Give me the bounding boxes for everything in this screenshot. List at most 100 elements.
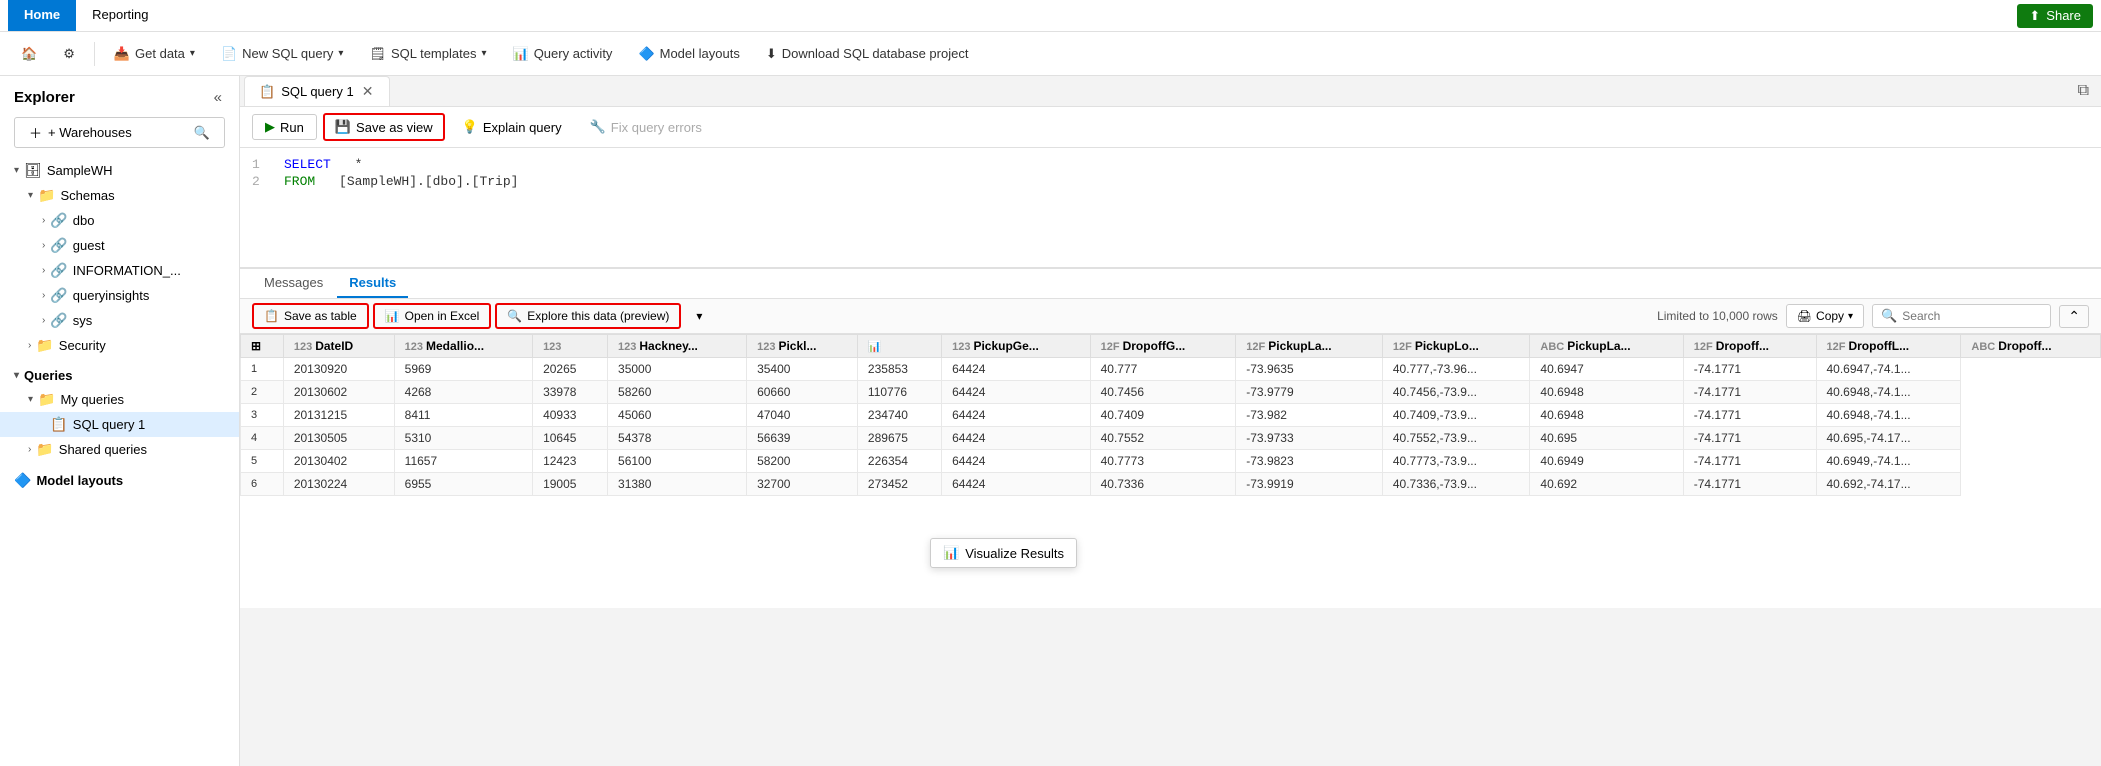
search-box[interactable]: 🔍: [1872, 304, 2051, 328]
search-input[interactable]: [1902, 309, 2042, 323]
tab-close-button[interactable]: ✕: [360, 83, 376, 100]
table-cell: 31380: [608, 473, 747, 496]
col-header-pickupge[interactable]: 123PickupGe...: [942, 335, 1091, 358]
table-cell: 20131215: [283, 404, 394, 427]
share-button[interactable]: ⬆ Share: [2017, 4, 2093, 28]
col-header-dropoffl3[interactable]: ABCDropoff...: [1961, 335, 2101, 358]
table-row: 5201304021165712423561005820022635464424…: [241, 450, 2101, 473]
data-table-wrapper[interactable]: ⊞ 123DateID 123Medallio... 123 123Hackne…: [240, 334, 2101, 608]
sidebar-item-sys[interactable]: › 🔗 sys: [0, 308, 239, 333]
sidebar-item-guest[interactable]: › 🔗 guest: [0, 233, 239, 258]
model-layouts-button[interactable]: 🔷 Model layouts: [627, 40, 750, 68]
run-button[interactable]: ▶ Run: [252, 114, 317, 140]
table-cell: 19005: [533, 473, 608, 496]
tab-copy-button[interactable]: ⧉: [2070, 78, 2097, 104]
sql-templates-button[interactable]: 🗒 SQL templates ▾: [358, 40, 497, 68]
tab-reporting[interactable]: Reporting: [76, 0, 164, 31]
sidebar-collapse-btn[interactable]: «: [211, 86, 225, 109]
col-header-chart[interactable]: 📊: [857, 335, 941, 358]
fix-query-errors-button[interactable]: 🔧 Fix query errors: [579, 114, 713, 140]
sidebar-item-queryinsights[interactable]: › 🔗 queryinsights: [0, 283, 239, 308]
col-header-dateid[interactable]: 123DateID: [283, 335, 394, 358]
get-data-button[interactable]: 📥 Get data ▾: [103, 40, 206, 68]
sidebar-item-queries[interactable]: ▾ Queries: [0, 364, 239, 387]
collapse-icon: ⌃: [2068, 308, 2080, 324]
collapse-results-button[interactable]: ⌃: [2059, 305, 2089, 328]
col-header-pickupla[interactable]: 12FPickupLa...: [1236, 335, 1383, 358]
table-cell: -74.1771: [1683, 358, 1816, 381]
row-number: 5: [241, 450, 284, 473]
new-sql-button[interactable]: 📄 New SQL query ▾: [210, 40, 355, 68]
col-header-hackney[interactable]: 123Hackney...: [608, 335, 747, 358]
table-cell: 64424: [942, 427, 1091, 450]
row-number: 2: [241, 381, 284, 404]
folder-icon-myq: 📁: [38, 391, 55, 408]
table-cell: 20130920: [283, 358, 394, 381]
save-table-icon: 📋: [264, 309, 279, 323]
table-cell: -73.9823: [1236, 450, 1383, 473]
sidebar-item-shared-queries[interactable]: › 📁 Shared queries: [0, 437, 239, 462]
code-line-1: 1 SELECT *: [240, 156, 2101, 173]
table-cell: -73.9635: [1236, 358, 1383, 381]
schema-icon-guest: 🔗: [50, 237, 67, 254]
table-cell: 33978: [533, 381, 608, 404]
settings-icon-btn[interactable]: ⚙: [52, 40, 86, 68]
table-cell: 10645: [533, 427, 608, 450]
table-row: 1201309205969202653500035400235853644244…: [241, 358, 2101, 381]
sql-query-1-tab[interactable]: 📋 SQL query 1 ✕: [244, 76, 390, 106]
col-header-dropoffg[interactable]: 12FDropoffG...: [1090, 335, 1236, 358]
table-cell: 56639: [747, 427, 858, 450]
table-cell: -74.1771: [1683, 450, 1816, 473]
messages-tab[interactable]: Messages: [252, 269, 335, 298]
col-header-dropoffl[interactable]: 12FDropoff...: [1683, 335, 1816, 358]
table-cell: 64424: [942, 473, 1091, 496]
sidebar-item-security[interactable]: › 📁 Security: [0, 333, 239, 358]
col-header-pickup[interactable]: 123Pickl...: [747, 335, 858, 358]
open-excel-button[interactable]: 📊 Open in Excel: [373, 303, 492, 329]
sidebar-item-sql-query-1[interactable]: › 📋 SQL query 1: [0, 412, 239, 437]
copy-button[interactable]: 🖨 Copy ▾: [1786, 304, 1864, 328]
col-header-pickupla2[interactable]: ABCPickupLa...: [1530, 335, 1683, 358]
run-icon: ▶: [265, 119, 275, 135]
results-toolbar: 📋 Save as table 📊 Open in Excel 🔍 Explor…: [240, 299, 2101, 334]
sidebar-item-my-queries[interactable]: ▾ 📁 My queries: [0, 387, 239, 412]
tab-home[interactable]: Home: [8, 0, 76, 31]
home-icon-btn[interactable]: 🏠: [10, 40, 48, 68]
sidebar-item-dbo[interactable]: › 🔗 dbo: [0, 208, 239, 233]
table-cell: 40933: [533, 404, 608, 427]
table-row: 4201305055310106455437856639289675644244…: [241, 427, 2101, 450]
query-activity-button[interactable]: 📊 Query activity: [502, 40, 624, 68]
col-header-medallion[interactable]: 123Medallio...: [394, 335, 532, 358]
table-cell: -73.9733: [1236, 427, 1383, 450]
chevron-more-button[interactable]: ▾: [685, 304, 713, 328]
query-icon: 📋: [50, 416, 67, 433]
top-bar: Home Reporting ⬆ Share: [0, 0, 2101, 32]
col-header-dropoffl2[interactable]: 12FDropoffL...: [1816, 335, 1961, 358]
download-sql-icon: ⬇: [766, 46, 777, 62]
chevron-down-icon-myq: ▾: [28, 394, 33, 405]
download-sql-button[interactable]: ⬇ Download SQL database project: [755, 40, 980, 68]
table-cell: 40.692: [1530, 473, 1683, 496]
sidebar-item-model-layouts[interactable]: 🔷 Model layouts: [0, 468, 239, 493]
sidebar-item-information[interactable]: › 🔗 INFORMATION_...: [0, 258, 239, 283]
add-warehouse-button[interactable]: ＋ + Warehouses 🔍: [14, 117, 225, 148]
explore-data-button[interactable]: 🔍 Explore this data (preview): [495, 303, 681, 329]
sidebar: Explorer « ＋ + Warehouses 🔍 ▾ 🗄 SampleWH…: [0, 76, 240, 766]
results-tab[interactable]: Results: [337, 269, 408, 298]
save-as-view-button[interactable]: 💾 Save as view: [323, 113, 445, 141]
schema-icon-info: 🔗: [50, 262, 67, 279]
table-cell: 47040: [747, 404, 858, 427]
col-header-pickuplo[interactable]: 12FPickupLo...: [1382, 335, 1530, 358]
sidebar-item-schemas[interactable]: ▾ 📁 Schemas: [0, 183, 239, 208]
schema-icon-sys: 🔗: [50, 312, 67, 329]
save-as-table-button[interactable]: 📋 Save as table: [252, 303, 369, 329]
explain-query-button[interactable]: 💡 Explain query: [451, 114, 573, 140]
sql-templates-icon: 🗒: [369, 46, 386, 62]
sidebar-item-sampleWH[interactable]: ▾ 🗄 SampleWH: [0, 158, 239, 183]
model-icon: 🔷: [14, 472, 31, 489]
table-cell: 40.7456: [1090, 381, 1236, 404]
code-editor[interactable]: 1 SELECT * 2 FROM [SampleWH].[dbo].[Trip…: [240, 148, 2101, 268]
col-header-col3[interactable]: 123: [533, 335, 608, 358]
visualize-results-popup[interactable]: 📊 Visualize Results: [930, 538, 1077, 568]
table-row: 2201306024268339785826060660110776644244…: [241, 381, 2101, 404]
